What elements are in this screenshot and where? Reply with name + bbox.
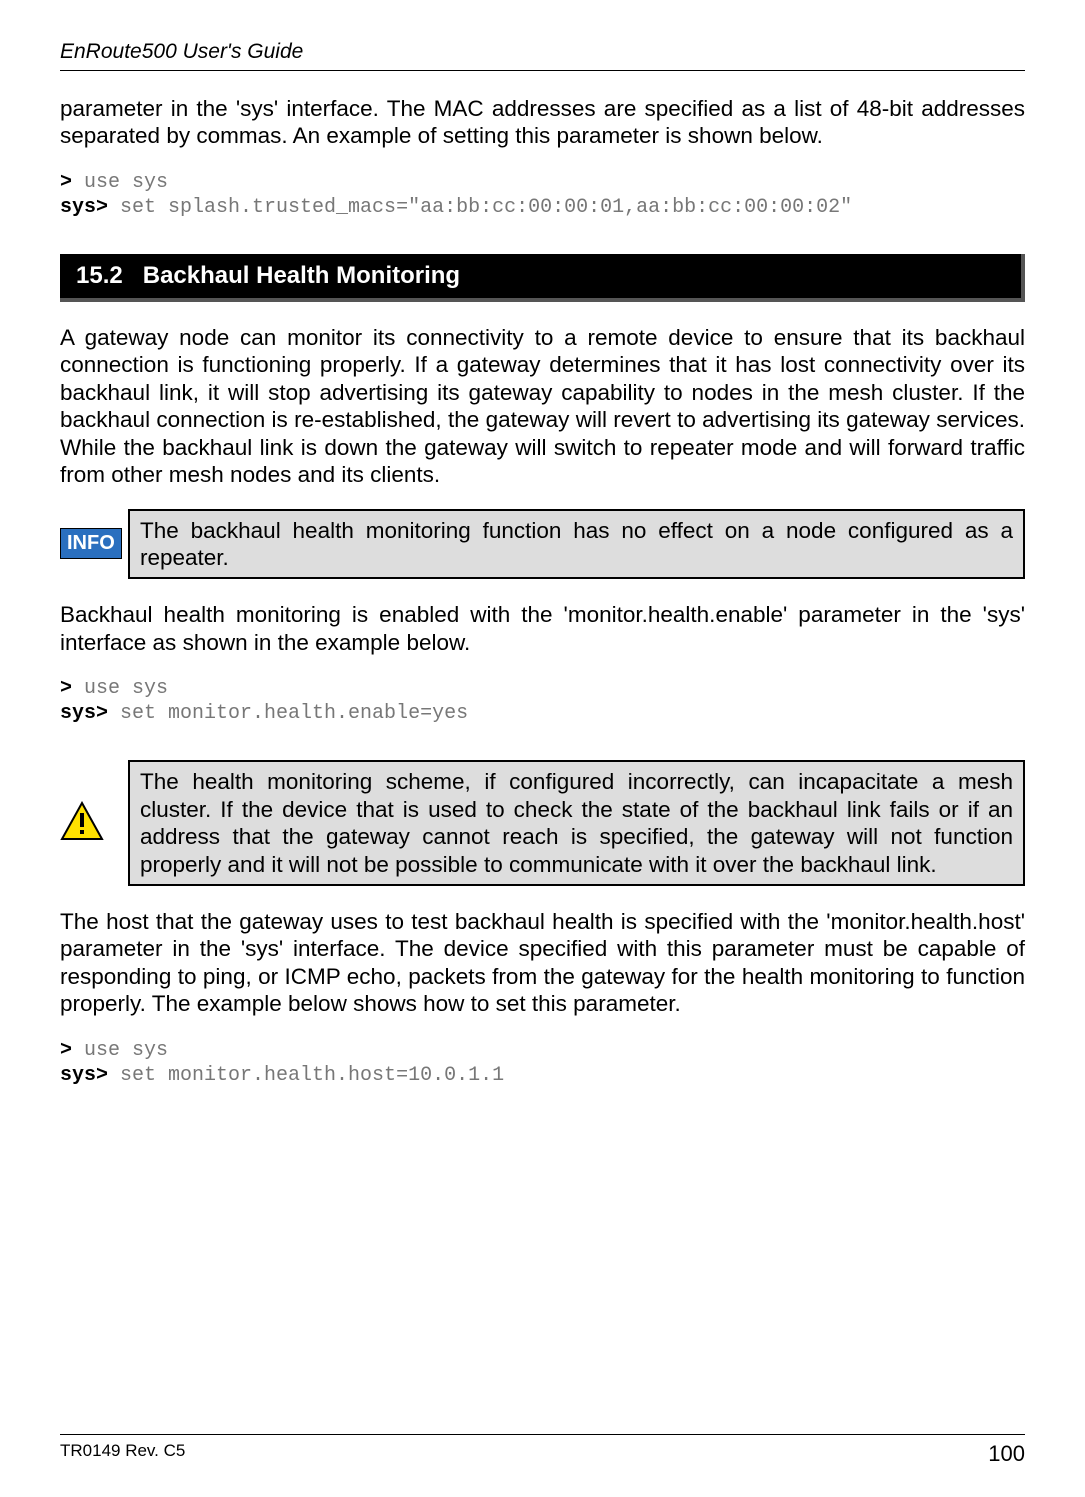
warning-callout-text: The health monitoring scheme, if configu… xyxy=(128,760,1025,886)
paragraph-1: A gateway node can monitor its connectiv… xyxy=(60,324,1025,489)
paragraph-2: Backhaul health monitoring is enabled wi… xyxy=(60,601,1025,656)
document-title: EnRoute500 User's Guide xyxy=(60,40,1025,64)
section-heading: 15.2 Backhaul Health Monitoring xyxy=(60,254,1025,302)
prompt: sys> xyxy=(60,702,108,725)
header-rule xyxy=(60,70,1025,71)
command-text: set splash.trusted_macs="aa:bb:cc:00:00:… xyxy=(108,196,852,219)
intro-paragraph: parameter in the 'sys' interface. The MA… xyxy=(60,95,1025,150)
command-text: set monitor.health.enable=yes xyxy=(108,702,468,725)
prompt: sys> xyxy=(60,196,108,219)
section-title: Backhaul Health Monitoring xyxy=(143,262,460,289)
section-number: 15.2 xyxy=(76,262,123,289)
prompt: > xyxy=(60,171,72,194)
page-footer: TR0149 Rev. C5 100 xyxy=(60,1434,1025,1467)
code-block-health-enable: > use sys sys> set monitor.health.enable… xyxy=(60,676,1025,726)
info-badge: INFO xyxy=(60,528,122,559)
info-callout-text: The backhaul health monitoring function … xyxy=(128,509,1025,580)
warning-callout: The health monitoring scheme, if configu… xyxy=(60,760,1025,886)
command-text: set monitor.health.host=10.0.1.1 xyxy=(108,1064,504,1087)
command-text: use sys xyxy=(72,677,168,700)
command-text: use sys xyxy=(72,171,168,194)
code-block-trusted-macs: > use sys sys> set splash.trusted_macs="… xyxy=(60,170,1025,220)
warning-icon xyxy=(60,760,128,886)
page: EnRoute500 User's Guide parameter in the… xyxy=(0,0,1085,1497)
footer-revision: TR0149 Rev. C5 xyxy=(60,1441,185,1467)
code-block-health-host: > use sys sys> set monitor.health.host=1… xyxy=(60,1038,1025,1088)
info-callout: INFO The backhaul health monitoring func… xyxy=(60,509,1025,580)
command-text: use sys xyxy=(72,1039,168,1062)
info-icon: INFO xyxy=(60,509,128,580)
page-number: 100 xyxy=(988,1441,1025,1467)
prompt: > xyxy=(60,1039,72,1062)
prompt: sys> xyxy=(60,1064,108,1087)
paragraph-3: The host that the gateway uses to test b… xyxy=(60,908,1025,1018)
prompt: > xyxy=(60,677,72,700)
